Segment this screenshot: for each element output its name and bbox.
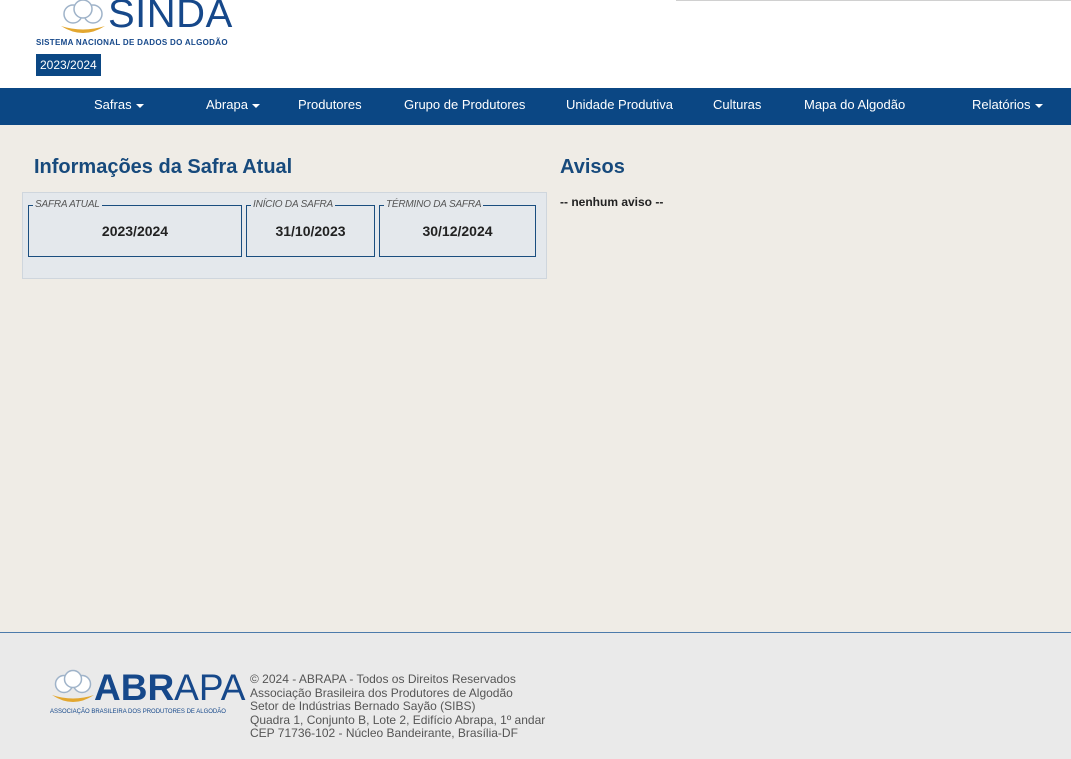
- logo-subtitle: SISTEMA NACIONAL DE DADOS DO ALGODÃO: [36, 38, 228, 47]
- field-value: 31/10/2023: [275, 223, 346, 239]
- nav-label: Abrapa: [206, 97, 248, 112]
- footer-logo-wordmark: ABRAPA: [94, 667, 245, 709]
- notices-empty-text: -- nenhum aviso --: [560, 195, 664, 209]
- footer-address: © 2024 - ABRAPA - Todos os Direitos Rese…: [250, 672, 546, 741]
- cotton-logo-icon: [52, 669, 94, 702]
- footer-logo-bold: ABR: [94, 667, 175, 708]
- field-value: 30/12/2024: [422, 223, 493, 239]
- nav-grupo-de-produtores[interactable]: Grupo de Produtores: [404, 88, 525, 125]
- footer-line: Setor de Indústrias Bernado Sayão (SIBS): [250, 699, 476, 713]
- nav-relatorios[interactable]: Relatórios: [972, 88, 1043, 125]
- field-termino-da-safra: TÉRMINO DA SAFRA 30/12/2024: [379, 199, 536, 257]
- notices-title: Avisos: [560, 156, 625, 178]
- nav-label: Mapa do Algodão: [804, 97, 906, 112]
- footer-line: CEP 71736-102 - Núcleo Bandeirante, Bras…: [250, 726, 518, 740]
- field-safra-atual: SAFRA ATUAL 2023/2024: [28, 199, 242, 257]
- sinda-logo[interactable]: SINDA SISTEMA NACIONAL DE DADOS DO ALGOD…: [36, 0, 276, 50]
- nav-abrapa[interactable]: Abrapa: [206, 88, 260, 125]
- caret-down-icon: [1034, 103, 1043, 108]
- current-season-panel: SAFRA ATUAL 2023/2024 INÍCIO DA SAFRA 31…: [22, 192, 547, 279]
- nav-mapa-do-algodao[interactable]: Mapa do Algodão: [804, 88, 905, 125]
- footer-logo-rest: APA: [174, 667, 246, 708]
- caret-down-icon: [135, 103, 144, 108]
- footer-copyright: © 2024 - ABRAPA - Todos os Direitos Rese…: [250, 672, 516, 686]
- current-season-title: Informações da Safra Atual: [34, 156, 293, 178]
- caret-down-icon: [251, 103, 260, 108]
- field-legend: TÉRMINO DA SAFRA: [384, 199, 484, 210]
- field-value: 2023/2024: [101, 223, 169, 239]
- footer-line: Associação Brasileira dos Produtores de …: [250, 685, 513, 700]
- logo-wordmark: SINDA: [108, 0, 233, 36]
- nav-culturas[interactable]: Culturas: [713, 88, 761, 125]
- season-badge: 2023/2024: [36, 54, 101, 76]
- field-inicio-da-safra: INÍCIO DA SAFRA 31/10/2023: [246, 199, 375, 257]
- footer: ABRAPA ASSOCIAÇÃO BRASILEIRA DOS PRODUTO…: [0, 632, 1071, 759]
- nav-label: Safras: [94, 97, 132, 112]
- abrapa-logo[interactable]: ABRAPA ASSOCIAÇÃO BRASILEIRA DOS PRODUTO…: [50, 667, 245, 719]
- footer-logo-subtitle: ASSOCIAÇÃO BRASILEIRA DOS PRODUTORES DE …: [50, 709, 226, 715]
- footer-line: Quadra 1, Conjunto B, Lote 2, Edifício A…: [250, 712, 546, 727]
- nav-unidade-produtiva[interactable]: Unidade Produtiva: [566, 88, 673, 125]
- field-legend: INÍCIO DA SAFRA: [251, 199, 335, 210]
- nav-label: Culturas: [713, 97, 762, 112]
- nav-produtores[interactable]: Produtores: [298, 88, 362, 125]
- cotton-logo-icon: [61, 0, 105, 33]
- top-search-field[interactable]: [676, 0, 1071, 1]
- nav-label: Produtores: [298, 97, 362, 112]
- nav-label: Relatórios: [972, 97, 1031, 112]
- field-legend: SAFRA ATUAL: [33, 199, 102, 210]
- main-navbar: Safras Abrapa Produtores Grupo de Produt…: [0, 88, 1071, 125]
- nav-safras[interactable]: Safras: [94, 88, 144, 125]
- nav-label: Unidade Produtiva: [566, 97, 673, 112]
- nav-label: Grupo de Produtores: [404, 97, 526, 112]
- header: SINDA SISTEMA NACIONAL DE DADOS DO ALGOD…: [0, 0, 1071, 88]
